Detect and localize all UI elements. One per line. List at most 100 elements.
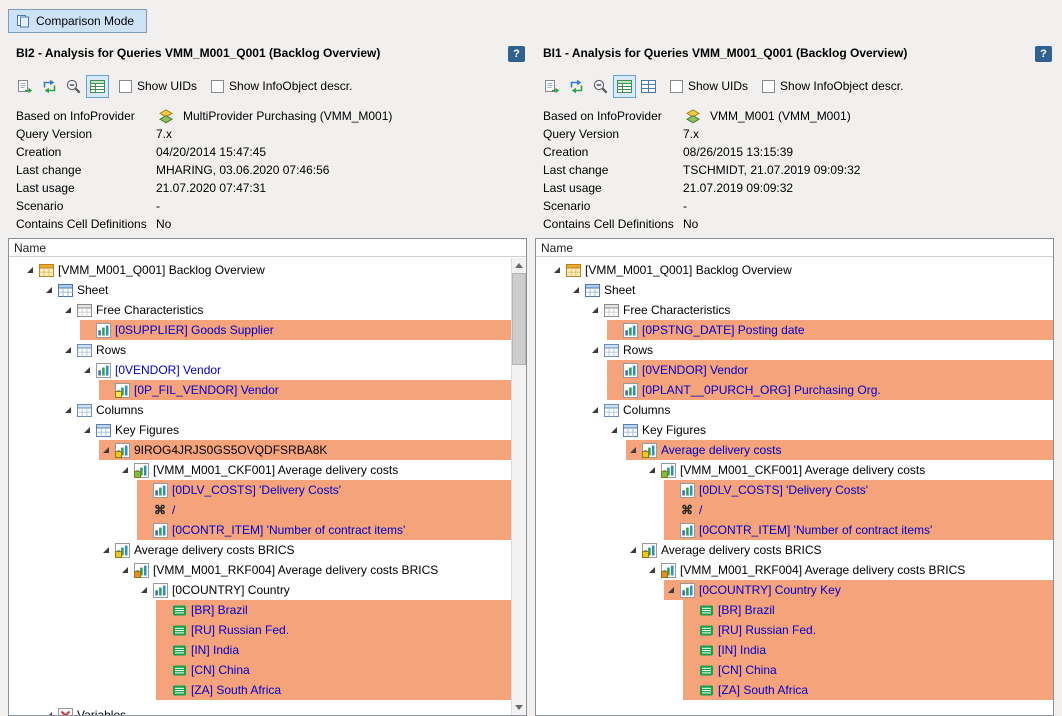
expander-icon[interactable]	[664, 587, 677, 593]
tree-item-label[interactable]: /	[172, 503, 175, 517]
help-icon[interactable]: ?	[508, 46, 525, 62]
expander-icon[interactable]	[645, 467, 658, 473]
tree-item[interactable]: [VMM_M001_CKF001] Average delivery costs	[536, 460, 1053, 480]
expander-icon[interactable]	[645, 567, 658, 573]
tree-item[interactable]: [RU] Russian Fed.	[9, 620, 511, 640]
tree-item-label[interactable]: [0SUPPLIER] Goods Supplier	[115, 323, 274, 337]
show-uids-checkbox-box[interactable]	[670, 80, 683, 93]
tree-item-label[interactable]: [VMM_M001_RKF004] Average delivery costs…	[680, 563, 965, 577]
tree-item-label[interactable]: [CN] China	[718, 663, 777, 677]
tree-item-label[interactable]: Columns	[96, 403, 143, 417]
expander-icon[interactable]	[626, 447, 639, 453]
tree-item[interactable]: [BR] Brazil	[536, 600, 1053, 620]
tree-item-label[interactable]: Average delivery costs BRICS	[661, 543, 822, 557]
tree-item-label[interactable]: Rows	[96, 343, 126, 357]
tree-item[interactable]: [0CONTR_ITEM] 'Number of contract items'	[536, 520, 1053, 540]
tree-item-label[interactable]: [VMM_M001_Q001] Backlog Overview	[585, 263, 792, 277]
tree-item[interactable]: [0VENDOR] Vendor	[9, 360, 511, 380]
tree-item[interactable]: Free Characteristics	[9, 300, 511, 320]
show-uids-checkbox[interactable]: Show UIDs	[119, 79, 197, 93]
show-infoobject-descr-checkbox-box[interactable]	[762, 80, 775, 93]
tree-item[interactable]: Rows	[9, 340, 511, 360]
tree-item[interactable]: [BR] Brazil	[9, 600, 511, 620]
expander-icon[interactable]	[61, 347, 74, 353]
tree-item[interactable]: [0VENDOR] Vendor	[536, 360, 1053, 380]
comparison-mode-button[interactable]: Comparison Mode	[8, 9, 147, 33]
expander-icon[interactable]	[626, 547, 639, 553]
tree-item-label[interactable]: [0PLANT__0PURCH_ORG] Purchasing Org.	[642, 383, 881, 397]
tree-item-label[interactable]: [0DLV_COSTS] 'Delivery Costs'	[172, 483, 341, 497]
tree-item-label[interactable]: Sheet	[604, 283, 635, 297]
tree-item-label[interactable]: Columns	[623, 403, 670, 417]
tree-item-label[interactable]: [0P_FIL_VENDOR] Vendor	[134, 383, 279, 397]
expander-icon[interactable]	[80, 427, 93, 433]
transfer-icon[interactable]	[38, 75, 61, 98]
tree-item[interactable]: 9IROG4JRJS0GS5OVQDFSRBA8K	[9, 440, 511, 460]
tree-item[interactable]: [0DLV_COSTS] 'Delivery Costs'	[536, 480, 1053, 500]
tree-item[interactable]: [RU] Russian Fed.	[536, 620, 1053, 640]
tree-item-label[interactable]: [RU] Russian Fed.	[718, 623, 816, 637]
tree-item-label[interactable]: [0COUNTRY] Country Key	[699, 583, 841, 597]
tree-item[interactable]: Rows	[536, 340, 1053, 360]
tree-item-label[interactable]: [IN] India	[191, 643, 239, 657]
expand-all-icon[interactable]	[86, 75, 109, 98]
show-uids-checkbox[interactable]: Show UIDs	[670, 79, 748, 93]
tree-item-label[interactable]: /	[699, 503, 702, 517]
expander-icon[interactable]	[118, 467, 131, 473]
tree-item[interactable]: Columns	[536, 400, 1053, 420]
transfer-icon[interactable]	[565, 75, 588, 98]
tree-item-label[interactable]: Average delivery costs	[661, 443, 782, 457]
tree-item[interactable]: [VMM_M001_RKF004] Average delivery costs…	[9, 560, 511, 580]
tree-item[interactable]: Average delivery costs BRICS	[536, 540, 1053, 560]
tree-item[interactable]: [ZA] South Africa	[536, 680, 1053, 700]
tree-item-label[interactable]: [VMM_M001_CKF001] Average delivery costs	[153, 463, 398, 477]
tree-item-label[interactable]: [RU] Russian Fed.	[191, 623, 289, 637]
tree-item[interactable]: [0SUPPLIER] Goods Supplier	[9, 320, 511, 340]
tree-scrollbar[interactable]	[511, 258, 526, 715]
tree-item-label[interactable]: Free Characteristics	[623, 303, 730, 317]
tree-item-label[interactable]: [VMM_M001_CKF001] Average delivery costs	[680, 463, 925, 477]
tree-item-label[interactable]: [ZA] South Africa	[718, 683, 808, 697]
tree-item-label[interactable]: [VMM_M001_RKF004] Average delivery costs…	[153, 563, 438, 577]
tree-item[interactable]: Columns	[9, 400, 511, 420]
tree-item[interactable]: [0COUNTRY] Country	[9, 580, 511, 600]
expander-icon[interactable]	[23, 267, 36, 273]
tree-item-label[interactable]: Key Figures	[642, 423, 706, 437]
tree-item[interactable]: [VMM_M001_RKF004] Average delivery costs…	[536, 560, 1053, 580]
expander-icon[interactable]	[588, 347, 601, 353]
tree-item-label[interactable]: [0VENDOR] Vendor	[115, 363, 221, 377]
show-uids-checkbox-box[interactable]	[119, 80, 132, 93]
tree-item-label[interactable]: [0VENDOR] Vendor	[642, 363, 748, 377]
expander-icon[interactable]	[61, 307, 74, 313]
expander-icon[interactable]	[42, 712, 55, 715]
tree-item-label[interactable]: [0DLV_COSTS] 'Delivery Costs'	[699, 483, 868, 497]
tree-item[interactable]: [ZA] South Africa	[9, 680, 511, 700]
expander-icon[interactable]	[550, 267, 563, 273]
scroll-up-icon[interactable]	[512, 258, 526, 273]
zoom-out-icon[interactable]	[589, 75, 612, 98]
tree-item[interactable]: Average delivery costs BRICS	[9, 540, 511, 560]
tree-item-label[interactable]: Key Figures	[115, 423, 179, 437]
tree-item-label[interactable]: Sheet	[77, 283, 108, 297]
tree-item[interactable]: [0COUNTRY] Country Key	[536, 580, 1053, 600]
grid-view-icon[interactable]	[637, 75, 660, 98]
tree-item-label[interactable]: Rows	[623, 343, 653, 357]
tree-item-label[interactable]: [0PSTNG_DATE] Posting date	[642, 323, 805, 337]
expander-icon[interactable]	[80, 367, 93, 373]
tree-item[interactable]: [0P_FIL_VENDOR] Vendor	[9, 380, 511, 400]
tree-item[interactable]: [0PLANT__0PURCH_ORG] Purchasing Org.	[536, 380, 1053, 400]
tree-item[interactable]: [IN] India	[9, 640, 511, 660]
zoom-out-icon[interactable]	[62, 75, 85, 98]
tree-item[interactable]: [VMM_M001_CKF001] Average delivery costs	[9, 460, 511, 480]
expander-icon[interactable]	[61, 407, 74, 413]
expander-icon[interactable]	[118, 567, 131, 573]
expander-icon[interactable]	[588, 307, 601, 313]
tree-item[interactable]: Free Characteristics	[536, 300, 1053, 320]
tree-item[interactable]: Sheet	[536, 280, 1053, 300]
expander-icon[interactable]	[588, 407, 601, 413]
tree-item-label[interactable]: [BR] Brazil	[718, 603, 775, 617]
tree-item-label[interactable]: Free Characteristics	[96, 303, 203, 317]
scroll-down-icon[interactable]	[512, 700, 526, 715]
tree-item[interactable]: Key Figures	[536, 420, 1053, 440]
tree-item-label[interactable]: [BR] Brazil	[191, 603, 248, 617]
